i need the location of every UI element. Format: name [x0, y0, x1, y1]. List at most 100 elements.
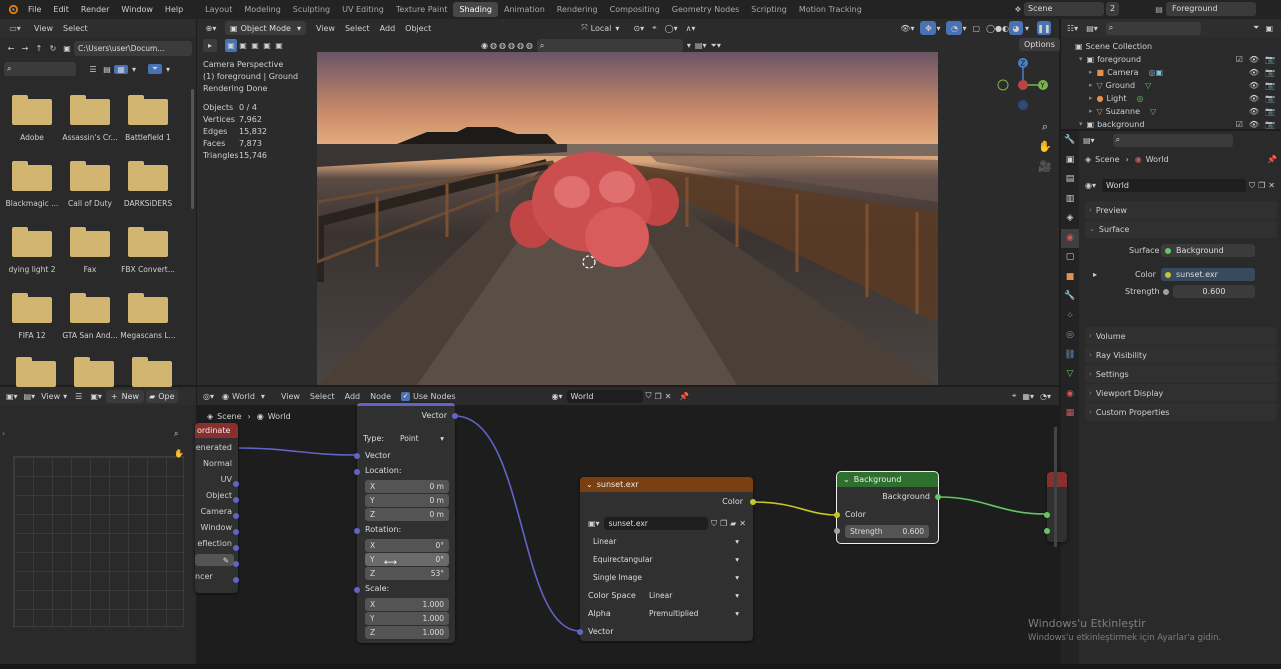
expand-arrow-icon[interactable]: ▸	[1089, 66, 1093, 79]
section-volume[interactable]: › Volume	[1085, 327, 1277, 345]
color-input-field[interactable]: sunset.exr	[1161, 268, 1255, 281]
world-tab-icon[interactable]: ◉	[1061, 228, 1079, 248]
chevron-down-icon[interactable]: ▾	[687, 41, 691, 50]
falloff-icon[interactable]: ∧▾	[686, 24, 696, 33]
expand-arrow-icon[interactable]: ▸	[1089, 92, 1093, 105]
physics-tab-icon[interactable]: ◎	[1061, 326, 1079, 346]
scale-x-field[interactable]: X 1.000	[365, 598, 449, 611]
vp-menu-view[interactable]: View	[316, 24, 335, 33]
folder-open-icon[interactable]: ▰	[730, 519, 736, 528]
input-socket[interactable]	[834, 528, 840, 534]
expand-arrow-icon[interactable]: ▸	[1093, 270, 1097, 279]
location-z-field[interactable]: Z 0 m	[365, 508, 449, 521]
menu-window[interactable]: Window	[121, 5, 153, 14]
camera-render-icon[interactable]: 📷	[1265, 66, 1275, 79]
rotation-x-field[interactable]: X 0°	[365, 539, 449, 552]
section-ray-visibility[interactable]: › Ray Visibility	[1085, 346, 1277, 364]
tab-geometry-nodes[interactable]: Geometry Nodes	[666, 2, 745, 17]
collection-tab-icon[interactable]: ▢	[1061, 248, 1079, 268]
background-node[interactable]: ⌄ Background Background Color Strength 0.6…	[834, 471, 941, 544]
rotation-z-field[interactable]: Z 53°	[365, 567, 449, 580]
output-socket[interactable]	[233, 497, 239, 503]
select-extend-icon[interactable]: ▣	[237, 41, 249, 50]
image-name-field[interactable]: sunset.exr	[603, 517, 708, 530]
fake-user-icon[interactable]: ⛉	[711, 519, 717, 529]
hand-pan-icon[interactable]: ✋	[1037, 137, 1053, 157]
folder-item[interactable]: Battlefield 1	[118, 95, 178, 142]
refresh-icon[interactable]: ↻	[46, 44, 60, 53]
camera-render-icon[interactable]: 📷	[1265, 92, 1275, 105]
view-layer-name[interactable]: Foreground	[1166, 2, 1256, 16]
sphere-icon[interactable]: ◍	[508, 41, 515, 50]
pivot-icon[interactable]: ⊙▾	[633, 24, 644, 33]
material-shading-icon[interactable]: ◐	[1002, 24, 1009, 33]
zoom-icon[interactable]: ⌕	[174, 429, 178, 439]
rotation-y-field[interactable]: Y 0°	[365, 553, 449, 566]
mapping-node[interactable]: Vector Type: Point ▾ Vector Location: X 0 …	[354, 403, 458, 643]
folder-item[interactable]: GTA San And...	[60, 293, 120, 340]
image-browse-icon[interactable]: ▣▾	[90, 392, 102, 401]
eye-icon[interactable]: 👁	[1249, 79, 1259, 92]
pin-icon[interactable]: 📌	[1267, 155, 1277, 164]
menu-edit[interactable]: Edit	[53, 5, 69, 14]
source-dropdown[interactable]: Single Image ▾	[588, 571, 744, 584]
fb-search-input[interactable]: ⌕	[4, 62, 76, 76]
forward-arrow-icon[interactable]: →	[18, 44, 32, 53]
tab-layout[interactable]: Layout	[199, 2, 238, 17]
strength-field[interactable]: Strength 0.600	[845, 525, 929, 538]
input-socket[interactable]	[354, 453, 360, 459]
layout-icon[interactable]: ▤▾	[695, 41, 707, 50]
section-custom-properties[interactable]: › Custom Properties	[1085, 403, 1277, 421]
folder-item[interactable]: DARKSiDERS	[118, 161, 178, 208]
snap-icon[interactable]: ⌖	[652, 23, 657, 33]
vp-search-input[interactable]: ⌕	[536, 39, 683, 52]
fake-user-icon[interactable]: ⛉	[1249, 181, 1255, 191]
folder-item[interactable]: Blackmagic ...	[2, 161, 62, 208]
scene-tab-icon[interactable]: ◈	[1061, 209, 1079, 229]
colorspace-dropdown[interactable]: Linear ▾	[644, 589, 744, 602]
properties-search-input[interactable]: ⌕	[1112, 133, 1233, 147]
rendered-shading-icon[interactable]: ◕	[1008, 21, 1023, 35]
sphere-icon[interactable]: ◍	[517, 41, 524, 50]
camera-render-icon[interactable]: 📷	[1265, 118, 1275, 131]
view-layer-selector[interactable]: ▤ Foreground	[1152, 2, 1256, 16]
expand-arrow-icon[interactable]: ▸	[1089, 105, 1093, 118]
tab-animation[interactable]: Animation	[498, 2, 551, 17]
scale-z-field[interactable]: Z 1.000	[365, 626, 449, 639]
checkbox-icon[interactable]: ☑	[1236, 118, 1243, 131]
eye-icon[interactable]: 👁	[1249, 53, 1259, 66]
input-socket[interactable]	[1044, 512, 1050, 518]
alpha-dropdown[interactable]: Premultiplied ▾	[644, 607, 744, 620]
output-socket[interactable]	[233, 513, 239, 519]
sidebar-toggle-icon[interactable]: ›	[2, 429, 5, 438]
tree-row-suzanne[interactable]: ▸ ▽ Suzanne ▽ 👁 📷	[1067, 105, 1275, 118]
proportional-edit-icon[interactable]: ◯▾	[665, 24, 678, 33]
sphere-icon[interactable]: ◍	[499, 41, 506, 50]
fb-menu-select[interactable]: Select	[63, 24, 88, 33]
tab-texture-paint[interactable]: Texture Paint	[390, 2, 454, 17]
ne-scrollbar[interactable]	[1054, 427, 1057, 547]
tab-sculpting[interactable]: Sculpting	[287, 2, 336, 17]
display-mode-icon[interactable]: ▤▾	[1086, 24, 1098, 33]
folder-item[interactable]: Fax	[60, 227, 120, 274]
wireframe-shading-icon[interactable]: ◯	[986, 24, 995, 33]
menu-help[interactable]: Help	[165, 5, 183, 14]
folder-item[interactable]: Assassin's Cr...	[60, 95, 120, 142]
collapse-arrow-icon[interactable]: ⌄	[586, 480, 593, 489]
new-collection-icon[interactable]: ▣	[1265, 24, 1273, 33]
texture-tab-icon[interactable]: ▦	[1061, 404, 1079, 424]
material-tab-icon[interactable]: ◉	[1061, 385, 1079, 405]
unlink-icon[interactable]: ✕	[1268, 181, 1275, 190]
projection-dropdown[interactable]: Equirectangular ▾	[588, 553, 744, 566]
texture-coordinate-node[interactable]: ordinate enerated Normal UV Object Camer…	[195, 423, 239, 593]
section-viewport-display[interactable]: › Viewport Display	[1085, 384, 1277, 402]
hand-pan-icon[interactable]: ✋	[174, 449, 184, 458]
uv-grid[interactable]	[13, 456, 184, 627]
output-socket[interactable]	[233, 529, 239, 535]
vp-menu-object[interactable]: Object	[405, 24, 431, 33]
data-tab-icon[interactable]: ▽	[1061, 365, 1079, 385]
environment-texture-node[interactable]: ⌄ sunset.exr Color ▣▾ sunset.exr ⛉ ❐ ▰ ✕ …	[577, 477, 756, 641]
pause-render-icon[interactable]: ❚❚	[1037, 21, 1051, 35]
tool-cursor-icon[interactable]: ▸	[203, 39, 217, 52]
input-socket[interactable]	[577, 629, 583, 635]
